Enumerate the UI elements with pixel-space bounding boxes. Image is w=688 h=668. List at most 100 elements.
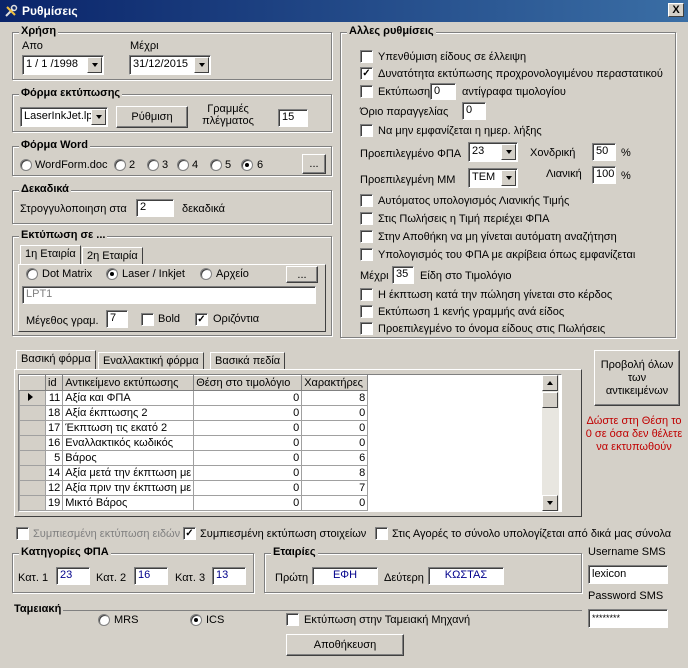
company-second-input[interactable]: ΚΩΣΤΑΣ (428, 567, 504, 585)
hide-due-checkbox[interactable] (360, 124, 373, 137)
print-to-browse-button[interactable]: ... (286, 266, 318, 283)
print-setup-button[interactable]: Ρύθμιση (116, 106, 188, 128)
bold-checkbox[interactable] (141, 313, 154, 326)
cell-id[interactable]: 18 (44, 405, 64, 421)
cell-chars[interactable]: 0 (301, 495, 369, 511)
cell-id[interactable]: 14 (44, 465, 64, 481)
port-input[interactable]: LPT1 (22, 286, 316, 304)
close-button[interactable]: X (668, 3, 684, 17)
cell-position[interactable]: 0 (193, 420, 303, 436)
col-header-id[interactable]: id (44, 375, 64, 391)
row-selector[interactable] (19, 435, 46, 451)
cell-chars[interactable]: 7 (301, 480, 369, 496)
row-selector[interactable] (19, 495, 46, 511)
from-date-dropdown-icon[interactable] (87, 57, 102, 73)
compressed-items-checkbox[interactable] (16, 527, 29, 540)
word-form-radio-3[interactable] (147, 159, 159, 171)
row-selector[interactable] (19, 450, 46, 466)
decimals-input[interactable]: 2 (136, 199, 174, 217)
blank-line-checkbox[interactable] (360, 305, 373, 318)
row-selector[interactable] (19, 405, 46, 421)
cell-position[interactable]: 0 (193, 405, 303, 421)
tab-basic-fields[interactable]: Βασικά πεδία (210, 352, 286, 370)
vat-exact-checkbox[interactable] (360, 248, 373, 261)
word-form-radio-4[interactable] (177, 159, 189, 171)
cashier-radio-mrs[interactable] (98, 614, 110, 626)
cell-position[interactable]: 0 (193, 495, 303, 511)
backdated-checkbox[interactable]: ✓ (360, 67, 373, 80)
save-button[interactable]: Αποθήκευση (286, 634, 404, 656)
wholesale-input[interactable]: 50 (592, 143, 616, 161)
cell-id[interactable]: 16 (44, 435, 64, 451)
row-selector[interactable] (19, 480, 46, 496)
default-unit-select[interactable]: ΤΕΜ (468, 168, 518, 188)
tab-basic-form[interactable]: Βασική φόρμα (16, 350, 96, 370)
company-first-input[interactable]: ΕΦΗ (312, 567, 378, 585)
cell-item[interactable]: Αξία μετά την έκπτωση με (62, 465, 195, 481)
font-size-input[interactable]: 7 (106, 310, 128, 328)
print-items-grid[interactable]: id Αντικείμενο εκτύπωσης Θέση στο τιμολό… (18, 374, 562, 512)
cell-item[interactable]: Μικτό Βάρος (62, 495, 195, 511)
table-row[interactable]: 11 Αξία και ΦΠΑ 0 8 (19, 390, 369, 406)
cell-id[interactable]: 19 (44, 495, 64, 511)
show-all-items-button[interactable]: Προβολή όλων των αντικειμένων (594, 350, 680, 406)
print-copies-checkbox[interactable] (360, 85, 373, 98)
vat-cat3-input[interactable]: 13 (212, 567, 246, 585)
mode-radio-laser[interactable] (106, 268, 118, 280)
mode-radio-dot-matrix[interactable] (26, 268, 38, 280)
retail-input[interactable]: 100 (592, 166, 616, 184)
vat-cat2-input[interactable]: 16 (134, 567, 168, 585)
row-selector[interactable] (19, 420, 46, 436)
table-row[interactable]: 5 Βάρος 0 6 (19, 450, 369, 466)
cashier-radio-ics[interactable] (190, 614, 202, 626)
word-form-radio-wordform[interactable] (20, 159, 32, 171)
grid-vertical-scrollbar[interactable] (542, 375, 559, 511)
printer-form-select[interactable]: LaserInkJet.lpi (20, 107, 108, 127)
cell-chars[interactable]: 8 (301, 390, 369, 406)
to-date-dropdown-icon[interactable] (194, 57, 209, 73)
col-header-item[interactable]: Αντικείμενο εκτύπωσης (62, 375, 195, 391)
max-items-input[interactable]: 35 (392, 266, 414, 284)
cell-chars[interactable]: 8 (301, 465, 369, 481)
table-row[interactable]: 19 Μικτό Βάρος 0 0 (19, 495, 369, 511)
cell-chars[interactable]: 0 (301, 435, 369, 451)
cell-item[interactable]: Αξία πριν την έκπτωση με (62, 480, 195, 496)
scroll-down-icon[interactable] (542, 495, 558, 511)
col-header-chars[interactable]: Χαρακτήρες (301, 375, 369, 391)
cell-item[interactable]: Αξία και ΦΠΑ (62, 390, 195, 406)
table-row[interactable]: 14 Αξία μετά την έκπτωση με 0 8 (19, 465, 369, 481)
default-vat-dropdown-icon[interactable] (501, 144, 516, 160)
compressed-elements-checkbox[interactable]: ✓ (183, 527, 196, 540)
cell-item[interactable]: Αξία έκπτωσης 2 (62, 405, 195, 421)
cell-chars[interactable]: 0 (301, 405, 369, 421)
warehouse-search-checkbox[interactable] (360, 230, 373, 243)
cell-position[interactable]: 0 (193, 435, 303, 451)
scroll-up-icon[interactable] (542, 375, 558, 391)
cell-id[interactable]: 17 (44, 420, 64, 436)
word-form-radio-2[interactable] (114, 159, 126, 171)
cell-id[interactable]: 12 (44, 480, 64, 496)
row-selector[interactable] (19, 465, 46, 481)
grid-lines-input[interactable]: 15 (278, 109, 308, 127)
printer-form-dropdown-icon[interactable] (91, 109, 106, 125)
order-limit-input[interactable]: 0 (462, 102, 486, 120)
table-row[interactable]: 12 Αξία πριν την έκπτωση με 0 7 (19, 480, 369, 496)
cell-id[interactable]: 5 (44, 450, 64, 466)
word-form-radio-6[interactable] (241, 159, 253, 171)
table-row[interactable]: 16 Εναλλακτικός κωδικός 0 0 (19, 435, 369, 451)
reminder-checkbox[interactable] (360, 50, 373, 63)
cell-chars[interactable]: 0 (301, 420, 369, 436)
cell-item[interactable]: Εναλλακτικός κωδικός (62, 435, 195, 451)
auto-retail-checkbox[interactable] (360, 194, 373, 207)
default-vat-select[interactable]: 23 (468, 142, 518, 162)
tab-company-1[interactable]: 1η Εταιρία (20, 245, 81, 265)
tab-company-2[interactable]: 2η Εταιρία (82, 247, 143, 265)
table-row[interactable]: 17 Έκπτωση τις εκατό 200 (19, 420, 369, 436)
from-date-picker[interactable]: 1 / 1 /1998 (22, 55, 104, 75)
mode-radio-file[interactable] (200, 268, 212, 280)
copies-input[interactable]: 0 (430, 83, 456, 100)
cell-position[interactable]: 0 (193, 465, 303, 481)
word-form-browse-button[interactable]: ... (302, 154, 326, 174)
sms-username-input[interactable]: lexicon (588, 565, 668, 584)
horizontal-checkbox[interactable]: ✓ (195, 313, 208, 326)
